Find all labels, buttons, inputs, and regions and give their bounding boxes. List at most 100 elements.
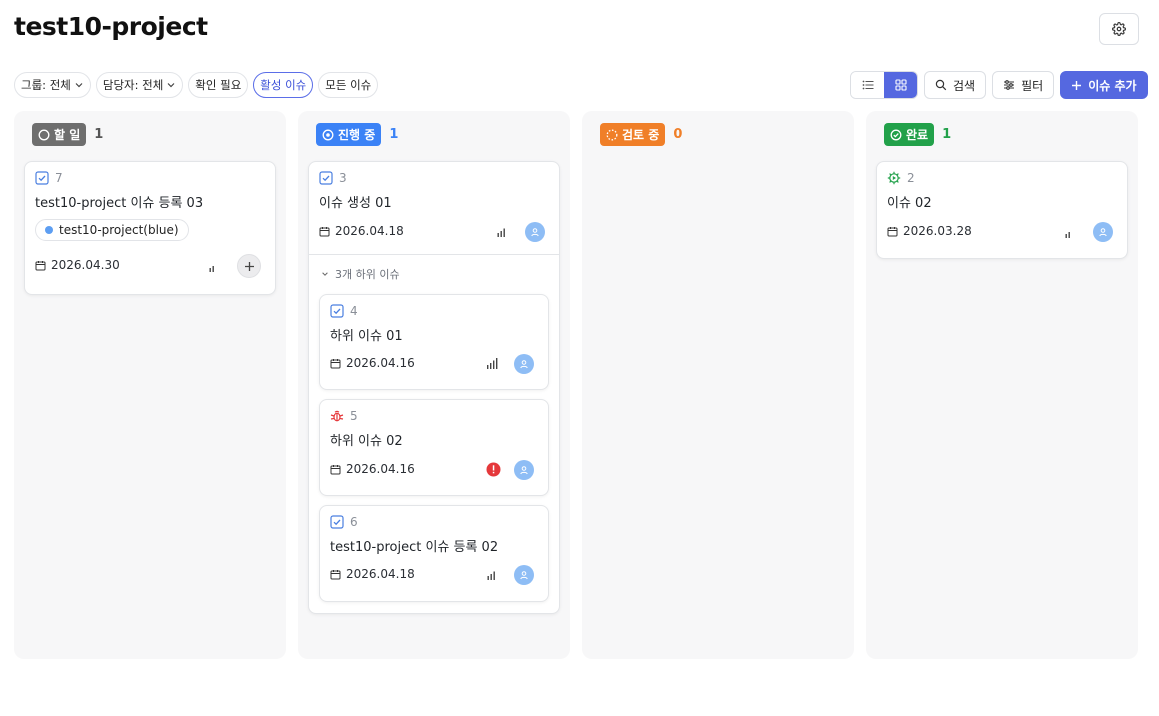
assignee-filter-dropdown[interactable]: 담당자: 전체 <box>95 72 184 98</box>
check-circle-icon <box>890 129 902 140</box>
plus-icon <box>244 261 254 271</box>
subissue-card[interactable]: 6 test10-project 이슈 등록 02 2026.04.18 <box>319 505 549 602</box>
checkbox-icon <box>319 171 333 185</box>
needs-check-filter[interactable]: 확인 필요 <box>188 72 249 98</box>
project-tag-label: test10-project(blue) <box>59 223 179 237</box>
column-count: 1 <box>94 127 104 142</box>
avatar[interactable] <box>514 460 534 480</box>
due-date-text: 2026.04.18 <box>346 567 415 581</box>
avatar[interactable] <box>525 222 545 242</box>
view-toolbar: 검색 필터 이슈 추가 <box>850 71 1148 99</box>
page-title: test10-project <box>14 12 208 41</box>
calendar-icon <box>35 260 46 270</box>
issue-card[interactable]: 2 이슈 02 2026.03.28 <box>876 161 1128 259</box>
gear-play-icon <box>887 171 901 185</box>
chevron-down-icon <box>167 83 175 88</box>
bug-icon <box>330 410 344 422</box>
issue-number-row: 6 <box>330 515 358 529</box>
active-issues-filter[interactable]: 활성 이슈 <box>253 72 314 98</box>
status-label: 완료 <box>906 128 929 142</box>
priority-medium-icon <box>487 571 495 580</box>
search-button[interactable]: 검색 <box>924 71 987 99</box>
add-issue-button[interactable]: 이슈 추가 <box>1060 71 1148 99</box>
issue-number-row: 3 <box>319 171 347 185</box>
search-icon <box>935 79 947 91</box>
group-filter-label: 그룹: 전체 <box>21 78 71 92</box>
issue-number: 7 <box>55 171 63 185</box>
due-date-text: 2026.04.18 <box>335 224 404 238</box>
status-badge: 검토 중 <box>600 123 666 146</box>
issue-number: 3 <box>339 171 347 185</box>
subissue-toggle[interactable]: 3개 하위 이슈 <box>321 266 400 282</box>
subissue-card[interactable]: 5 하위 이슈 02 2026.04.16 <box>319 399 549 496</box>
in-progress-icon <box>322 129 334 140</box>
filter-button[interactable]: 필터 <box>992 71 1055 99</box>
status-label: 진행 중 <box>338 128 376 142</box>
board-view-button[interactable] <box>884 72 917 98</box>
tag-color-dot <box>45 226 53 234</box>
issue-title: 이슈 02 <box>887 196 932 211</box>
settings-button[interactable] <box>1099 13 1139 45</box>
priority-low-icon <box>1065 232 1070 238</box>
calendar-icon <box>330 569 341 579</box>
status-label: 검토 중 <box>622 128 660 142</box>
issue-card[interactable]: 3 이슈 생성 01 2026.04.18 3개 하위 이슈 4 하위 이슈 0… <box>308 161 560 614</box>
issue-title: 이슈 생성 01 <box>319 196 392 211</box>
subissue-count-label: 3개 하위 이슈 <box>335 268 400 281</box>
plus-icon <box>1072 80 1082 90</box>
issue-number-row: 2 <box>887 171 915 185</box>
due-date-text: 2026.04.16 <box>346 356 415 370</box>
issue-number: 4 <box>350 304 358 318</box>
all-issues-filter[interactable]: 모든 이슈 <box>318 72 379 98</box>
board-column-done: 완료 1 2 이슈 02 2026.03.28 <box>866 111 1138 659</box>
grid-icon <box>894 79 907 91</box>
checkbox-icon <box>330 304 344 318</box>
issue-number: 5 <box>350 409 358 423</box>
board-column-review: 검토 중 0 <box>582 111 854 659</box>
due-date: 2026.04.18 <box>330 567 415 581</box>
project-tag[interactable]: test10-project(blue) <box>35 219 189 241</box>
filter-button-label: 필터 <box>1021 78 1044 93</box>
due-date: 2026.04.16 <box>330 462 415 476</box>
chevron-down-icon <box>322 272 328 276</box>
issue-number-row: 4 <box>330 304 358 318</box>
issue-number-row: 7 <box>35 171 63 185</box>
calendar-icon <box>887 226 898 236</box>
chevron-down-icon <box>75 83 83 88</box>
list-icon <box>862 80 873 90</box>
issue-title: test10-project 이슈 등록 02 <box>330 540 499 555</box>
board-column-in-progress: 진행 중 1 3 이슈 생성 01 2026.04.18 3개 하위 이슈 4 <box>298 111 570 659</box>
list-view-button[interactable] <box>851 72 884 98</box>
issue-number: 2 <box>907 171 915 185</box>
user-icon <box>520 571 528 580</box>
issue-number-row: 5 <box>330 409 358 423</box>
status-badge: 할 일 <box>32 123 87 146</box>
filter-bar: 그룹: 전체 담당자: 전체 확인 필요 활성 이슈 모든 이슈 <box>14 72 379 98</box>
column-header: 검토 중 0 <box>600 123 682 146</box>
sliders-icon <box>1004 80 1015 90</box>
avatar[interactable] <box>1093 222 1113 242</box>
board-column-todo: 할 일 1 7 test10-project 이슈 등록 03 test10-p… <box>14 111 286 659</box>
status-label: 할 일 <box>54 128 81 142</box>
due-date: 2026.04.30 <box>35 258 120 272</box>
column-count: 1 <box>942 127 952 142</box>
card-divider <box>309 254 559 255</box>
due-date-text: 2026.04.16 <box>346 462 415 476</box>
column-count: 0 <box>673 127 683 142</box>
checkbox-icon <box>330 515 344 529</box>
add-issue-label: 이슈 추가 <box>1088 78 1137 93</box>
column-header: 완료 1 <box>884 123 951 146</box>
issue-card[interactable]: 7 test10-project 이슈 등록 03 test10-project… <box>24 161 276 295</box>
issue-number: 6 <box>350 515 358 529</box>
avatar[interactable] <box>514 565 534 585</box>
gear-icon <box>1112 22 1126 36</box>
due-date: 2026.04.18 <box>319 224 404 238</box>
due-date: 2026.04.16 <box>330 356 415 370</box>
search-button-label: 검색 <box>953 78 976 93</box>
user-icon <box>520 466 528 475</box>
calendar-icon <box>330 358 341 368</box>
add-assignee-button[interactable] <box>237 254 261 278</box>
avatar[interactable] <box>514 354 534 374</box>
group-filter-dropdown[interactable]: 그룹: 전체 <box>14 72 91 98</box>
subissue-card[interactable]: 4 하위 이슈 01 2026.04.16 <box>319 294 549 390</box>
